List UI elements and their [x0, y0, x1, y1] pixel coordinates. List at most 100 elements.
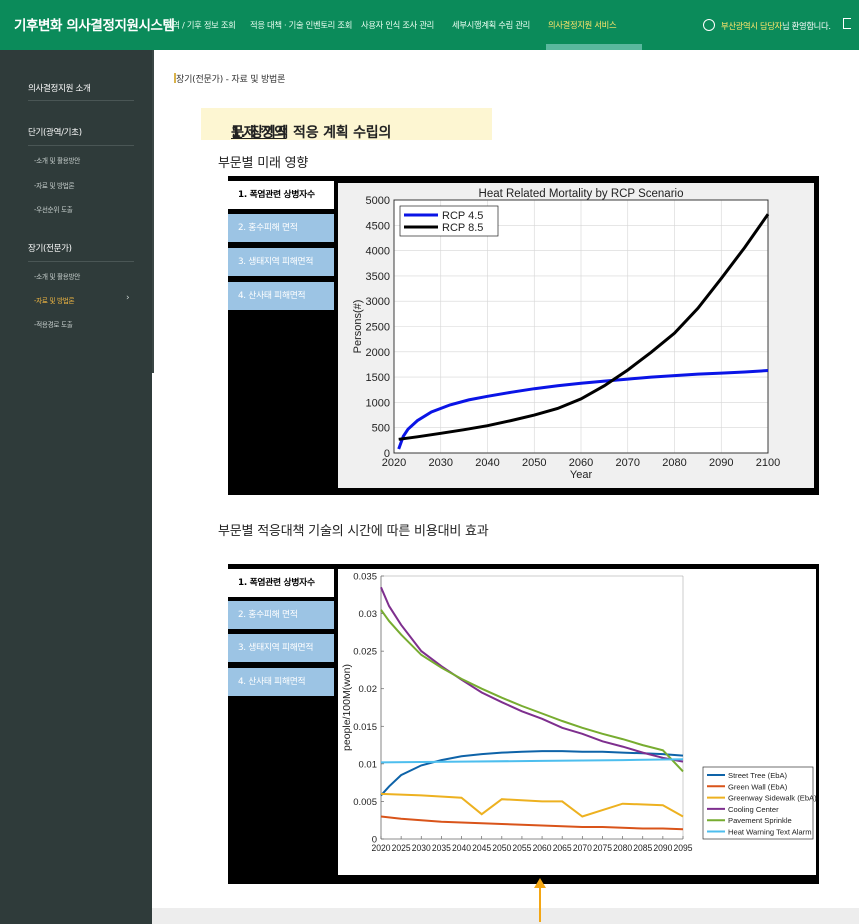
chart-panel-impact: 1. 폭염관련 상병자수 2. 홍수피해 면적 3. 생태지역 피해면적 4. …	[228, 176, 819, 495]
user-name: 부산광역시 담당자	[721, 21, 783, 31]
x-tick-label: 2080	[662, 457, 686, 469]
y-tick-label: 2500	[366, 322, 390, 334]
tab-flood-area[interactable]: 2. 홍수피해 면적	[228, 601, 334, 629]
y-tick-label: 3000	[366, 296, 390, 308]
y-tick-label: 1000	[366, 397, 390, 409]
y-tick-label: 4500	[366, 220, 390, 232]
x-tick-label: 2045	[472, 843, 491, 853]
y-axis-label: people/100M(won)	[341, 664, 353, 751]
sidebar-edge	[152, 50, 154, 373]
tab-landslide-area[interactable]: 4. 산사태 피해면적	[228, 668, 334, 696]
cost-effect-chart: 00.0050.010.0150.020.0250.030.0352020 202…	[338, 569, 816, 875]
sidebar-item-long-intro[interactable]: -소개 및 활용방안	[34, 271, 80, 281]
x-tick-label: 2080	[613, 843, 632, 853]
legend-label: Street Tree (EbA)	[728, 771, 788, 780]
chevron-right-icon: ›	[126, 293, 130, 303]
user-icon	[703, 19, 715, 31]
sidebar-divider	[28, 261, 134, 262]
x-tick-label: 2030	[412, 843, 431, 853]
tab-landslide-area[interactable]: 4. 산사태 피해면적	[228, 282, 334, 310]
sidebar-item-short-data[interactable]: -자료 및 방법론	[34, 180, 75, 190]
sidebar-divider	[28, 100, 134, 101]
y-tick-label: 4000	[366, 246, 390, 258]
tab-flood-area[interactable]: 2. 홍수피해 면적	[228, 214, 334, 242]
arrow-up-icon	[534, 878, 546, 922]
heat-mortality-chart: 0500100015002000250030003500400045005000…	[338, 183, 814, 488]
legend-label: Heat Warning Text Alarm	[728, 828, 812, 837]
x-tick-label: 2060	[569, 457, 593, 469]
sidebar-item-short-intro[interactable]: -소개 및 활용방안	[34, 155, 80, 165]
chart-panel-cost-effect: 1. 폭염관련 상병자수 2. 홍수피해 면적 3. 생태지역 피해면적 4. …	[228, 564, 819, 884]
y-tick-label: 0.025	[353, 647, 377, 658]
user-greeting-suffix: 님 환영합니다.	[782, 21, 831, 31]
legend-label: Green Wall (EbA)	[728, 782, 788, 791]
legend-label: Greenway Sidewalk (EbA)	[728, 794, 816, 803]
y-axis-label: Persons(#)	[352, 300, 364, 354]
legend-label: RCP 4.5	[442, 210, 483, 222]
x-tick-label: 2070	[616, 457, 640, 469]
x-tick-label: 2055	[512, 843, 531, 853]
x-tick-label: 2020	[372, 843, 391, 853]
x-tick-label: 2090	[709, 457, 733, 469]
y-tick-label: 1500	[366, 372, 390, 384]
y-tick-label: 5000	[366, 195, 390, 207]
x-tick-label: 2035	[432, 843, 451, 853]
active-nav-indicator	[546, 44, 642, 50]
x-tick-label: 2060	[533, 843, 552, 853]
nav-region-climate-info[interactable]: 지역 / 기후 정보 조회	[165, 19, 236, 31]
footer-strip	[152, 908, 859, 924]
x-tick-label: 2040	[475, 457, 499, 469]
y-tick-label: 3500	[366, 271, 390, 283]
x-tick-label: 2025	[392, 843, 411, 853]
y-tick-label: 0.01	[359, 759, 378, 770]
sidebar-item-long-pathway[interactable]: -적용경로 도출	[34, 319, 73, 329]
section-title-cost-effect: 부문별 적응대책 기술의 시간에 따른 비용대비 효과	[218, 524, 489, 539]
sidebar-item-intro[interactable]: 의사결정지원 소개	[28, 82, 91, 94]
y-tick-label: 0.02	[359, 684, 378, 695]
chart-legend: Street Tree (EbA) Green Wall (EbA) Greenwa…	[702, 766, 816, 840]
user-greeting: 부산광역시 담당자님 환영합니다.	[703, 19, 831, 32]
x-tick-label: 2085	[633, 843, 652, 853]
x-tick-label: 2050	[522, 457, 546, 469]
x-tick-label: 2090	[653, 843, 672, 853]
x-tick-label: 2050	[492, 843, 511, 853]
sidebar-divider	[28, 145, 134, 146]
y-tick-label: 0.03	[359, 609, 378, 620]
x-tick-label: 2075	[593, 843, 612, 853]
sidebar-item-long-data[interactable]: -자료 및 방법론	[34, 295, 75, 305]
tab-heat-patients[interactable]: 1. 폭염관련 상병자수	[228, 181, 334, 209]
breadcrumb: 장기(전문가) - 자료 및 방법론	[176, 75, 286, 85]
x-tick-label: 2070	[573, 843, 592, 853]
y-tick-label: 2000	[366, 347, 390, 359]
y-tick-label: 0.035	[353, 572, 377, 583]
page-title-underlined: 문제 정의	[231, 125, 287, 141]
x-tick-label: 2020	[382, 457, 406, 469]
x-tick-label: 2040	[452, 843, 471, 853]
tab-ecosystem-area[interactable]: 3. 생태지역 피해면적	[228, 634, 334, 662]
sidebar: 의사결정지원 소개 단기(광역/기초) -소개 및 활용방안 -자료 및 방법론…	[0, 50, 152, 924]
x-tick-label: 2100	[756, 457, 780, 469]
y-tick-label: 0.015	[353, 722, 377, 733]
app-title[interactable]: 기후변화 의사결정지원시스템	[14, 14, 175, 34]
y-tick-label: 0.005	[353, 797, 377, 808]
x-axis-label: Year	[570, 469, 593, 481]
sidebar-section-short-term[interactable]: 단기(광역/기초)	[28, 126, 82, 138]
nav-decision-support[interactable]: 의사결정지원 서비스	[548, 19, 617, 31]
nav-adaptation-inventory[interactable]: 적응 대책 · 기술 인벤토리 조회	[250, 19, 352, 31]
legend-label: Pavement Sprinkle	[728, 816, 792, 825]
page-title: 1. 장기적 적응 계획 수립의 문제 정의	[201, 108, 492, 141]
sidebar-section-long-term[interactable]: 장기(전문가)	[28, 242, 72, 254]
top-bar: 기후변화 의사결정지원시스템 지역 / 기후 정보 조회 적응 대책 · 기술 …	[0, 0, 859, 50]
sidebar-item-short-priority[interactable]: -우선순위 도출	[34, 204, 73, 214]
x-tick-label: 2095	[674, 843, 693, 853]
tab-ecosystem-area[interactable]: 3. 생태지역 피해면적	[228, 248, 334, 276]
logout-icon[interactable]	[843, 18, 851, 29]
tab-heat-patients[interactable]: 1. 폭염관련 상병자수	[228, 569, 334, 597]
x-tick-label: 2030	[429, 457, 453, 469]
section-title-future-impact: 부문별 미래 영향	[218, 156, 309, 171]
nav-user-survey[interactable]: 사용자 인식 조사 관리	[361, 19, 434, 31]
legend-label: Cooling Center	[728, 805, 779, 814]
x-tick-label: 2065	[553, 843, 572, 853]
chart-title: Heat Related Mortality by RCP Scenario	[479, 188, 684, 200]
nav-detailed-plan[interactable]: 세부시행계획 수립 관리	[452, 19, 530, 31]
